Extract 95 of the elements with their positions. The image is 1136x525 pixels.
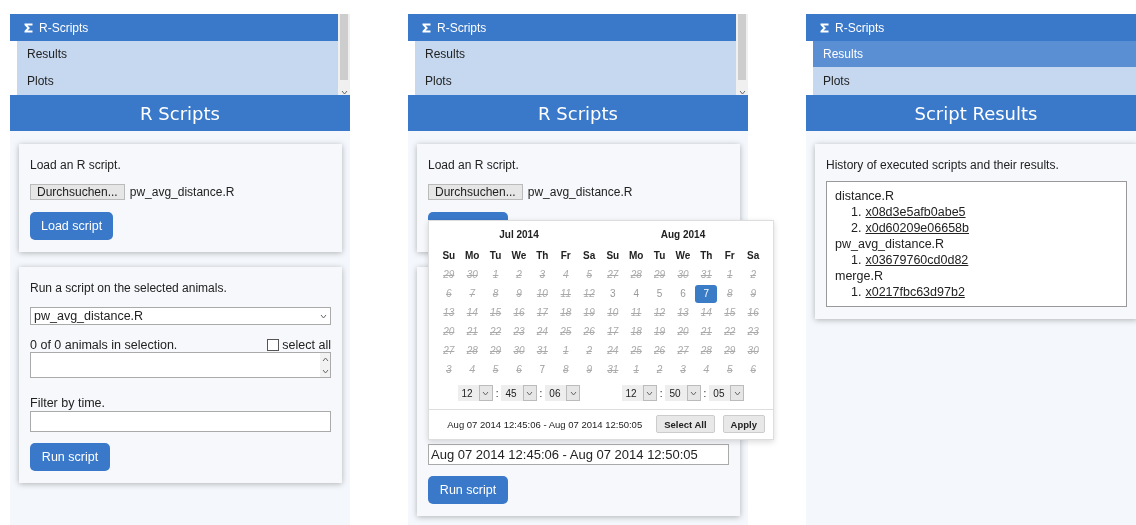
time-select[interactable]: 05 (709, 385, 745, 401)
scrollbar[interactable] (736, 14, 748, 95)
menu-header[interactable]: R-Scripts (408, 14, 736, 41)
browse-button[interactable]: Durchsuchen... (428, 184, 523, 200)
chevron-down-icon (320, 313, 327, 319)
menu-item[interactable]: Plots (17, 68, 338, 95)
card-text: Run a script on the selected animals. (30, 281, 228, 296)
weekday-label: Mo (629, 250, 644, 261)
time-separator: : (495, 387, 499, 399)
calendar-day[interactable]: 7 (531, 360, 554, 379)
time-select[interactable]: 50 (665, 385, 701, 401)
run-button[interactable]: Run script (428, 476, 508, 504)
script-name: merge.R (835, 268, 884, 284)
chevron-down-icon (482, 390, 490, 396)
result-link[interactable]: x0d60209e06658b (865, 220, 969, 236)
chevron-down-icon (646, 390, 654, 396)
card-text: Load an R script. (428, 158, 520, 173)
weekday-label: Tu (489, 250, 502, 261)
chevron-down-icon (569, 390, 577, 396)
menu-title: R-Scripts (835, 20, 885, 35)
run-button[interactable]: Run script (30, 443, 110, 471)
time-filter-field[interactable] (30, 411, 331, 432)
select-all-checkbox[interactable]: select all (267, 338, 331, 352)
result-link[interactable]: x08d3e5afb0abe5 (865, 204, 966, 220)
chevron-down-icon (321, 368, 329, 374)
selection-count: 0 of 0 animals in selection. (30, 338, 178, 352)
chevron-down-icon (733, 390, 741, 396)
list-number: 1. (851, 284, 862, 300)
chevron-down-icon (738, 90, 746, 95)
time-filter-field[interactable]: Aug 07 2014 12:45:06 - Aug 07 2014 12:50:05 (428, 444, 729, 465)
weekday-label: Th (536, 250, 549, 261)
script-name: distance.R (835, 188, 896, 204)
weekday-label: Fr (560, 250, 571, 261)
time-separator: : (703, 387, 707, 399)
weekday-label: We (675, 250, 691, 261)
list-number: 2. (851, 220, 862, 236)
apply-button[interactable]: Apply (722, 415, 765, 433)
page-title: R Scripts (408, 95, 748, 131)
weekday-label: Tu (653, 250, 666, 261)
month-title: Aug 2014 (660, 229, 706, 242)
load-button[interactable]: Load script (30, 212, 114, 240)
menu-item[interactable]: Plots (813, 68, 1136, 95)
sigma-icon (820, 22, 829, 33)
menu-header[interactable]: R-Scripts (10, 14, 338, 41)
weekday-label: Su (442, 250, 456, 261)
chevron-up-icon (321, 356, 329, 362)
scrollbar[interactable] (338, 14, 350, 95)
weekday-label: Sa (747, 250, 760, 261)
time-separator: : (659, 387, 663, 399)
menu-item[interactable]: Results (813, 41, 1136, 68)
time-select[interactable]: 45 (501, 385, 537, 401)
card-text: History of executed scripts and their results. (826, 158, 1060, 173)
weekday-label: Fr (724, 250, 735, 261)
chevron-down-icon (690, 390, 698, 396)
sigma-icon (422, 22, 431, 33)
range-text: Aug 07 2014 12:45:06 - Aug 07 2014 12:50:05 (447, 418, 643, 430)
calendar-day[interactable]: 6 (672, 284, 694, 303)
menu-item[interactable]: Results (415, 41, 736, 68)
month-title: Jul 2014 (499, 229, 539, 242)
file-name: pw_avg_distance.R (129, 185, 235, 199)
menu-title: R-Scripts (437, 20, 487, 35)
time-separator: : (539, 387, 543, 399)
calendar-day[interactable]: 4 (625, 284, 648, 303)
list-number: 1. (851, 252, 862, 268)
time-select[interactable]: 12 (457, 385, 493, 401)
menu-item[interactable]: Plots (415, 68, 736, 95)
weekday-label: Sa (583, 250, 596, 261)
card-text: Load an R script. (30, 158, 122, 173)
select-all-button[interactable]: Select All (656, 415, 715, 433)
calendar-day[interactable]: 3 (601, 284, 624, 303)
file-name: pw_avg_distance.R (527, 185, 633, 199)
script-select[interactable]: pw_avg_distance.R (30, 307, 331, 325)
calendar-day[interactable]: 7 (695, 284, 718, 303)
chevron-down-icon (526, 390, 534, 396)
weekday-label: Mo (465, 250, 480, 261)
sigma-icon (24, 22, 33, 33)
weekday-label: We (511, 250, 527, 261)
chevron-down-icon (340, 90, 348, 95)
script-name: pw_avg_distance.R (835, 236, 946, 252)
result-link[interactable]: x03679760cd0d82 (865, 252, 969, 268)
menu-title: R-Scripts (39, 20, 89, 35)
browse-button[interactable]: Durchsuchen... (30, 184, 125, 200)
menu-header[interactable]: R-Scripts (806, 14, 1136, 41)
weekday-label: Th (700, 250, 713, 261)
animal-list[interactable] (30, 352, 331, 378)
page-title: R Scripts (10, 95, 350, 131)
time-select[interactable]: 12 (621, 385, 657, 401)
list-number: 1. (851, 204, 862, 220)
page-title: Script Results (806, 95, 1136, 131)
result-link[interactable]: x0217fbc63d97b2 (865, 284, 965, 300)
weekday-label: Su (606, 250, 620, 261)
calendar-day[interactable]: 5 (648, 284, 671, 303)
menu-item[interactable]: Results (17, 41, 338, 68)
filter-label: Filter by time. (30, 396, 106, 410)
time-select[interactable]: 06 (545, 385, 581, 401)
